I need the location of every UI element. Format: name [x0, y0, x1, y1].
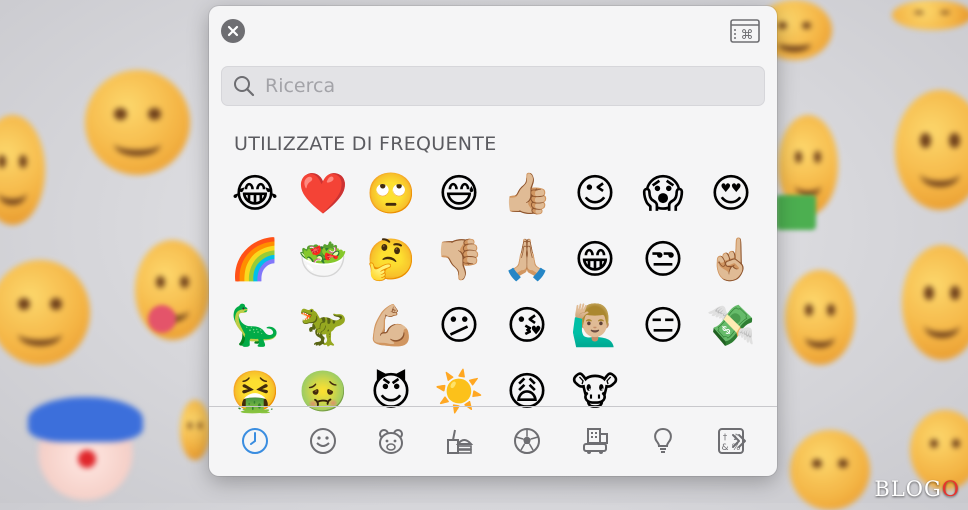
emoji-cell[interactable]: 🙋🏼‍♂️: [561, 293, 629, 359]
emoji-cell[interactable]: 😂: [221, 161, 289, 227]
category-tab-food[interactable]: [425, 416, 493, 466]
keyboard-viewer-button[interactable]: ⌘: [730, 19, 760, 43]
category-bar: † ♪ & %: [221, 416, 765, 466]
emoji-cell[interactable]: 🦖: [289, 293, 357, 359]
emoji-cell[interactable]: 😕: [425, 293, 493, 359]
emoji-cell[interactable]: 😱: [629, 161, 697, 227]
emoji-cell[interactable]: 👎🏼: [425, 227, 493, 293]
emoji-cell[interactable]: 😍: [697, 161, 765, 227]
bg-smiley-face: [85, 70, 190, 175]
emoji-cell[interactable]: 🤔: [357, 227, 425, 293]
command-keyboard-icon: ⌘: [730, 19, 760, 43]
lightbulb-icon: [654, 427, 672, 453]
category-tab-travel[interactable]: [561, 416, 629, 466]
emoji-grid: 😂 ❤️ 🙄 😅 👍🏼 😉 😱 😍 🌈 🥗 🤔 👎🏼 🙏🏼 😁 😒 ☝🏼 🦕 🦖 💪🏼 😕 😘 🙋🏼‍♂️ 😑 💸 🤮 🤢 😈 ☀️ 😩…: [221, 161, 765, 425]
buildings-car-icon: [583, 428, 608, 454]
category-tab-recent[interactable]: [221, 416, 289, 466]
emoji-cell[interactable]: ☝🏼: [697, 227, 765, 293]
more-categories-button[interactable]: [719, 426, 759, 456]
category-tab-smileys[interactable]: [289, 416, 357, 466]
bg-smiley-face: [892, 0, 968, 30]
category-tab-flags[interactable]: [221, 466, 289, 476]
emoji-cell[interactable]: 👍🏼: [493, 161, 561, 227]
emoji-cell[interactable]: 😘: [493, 293, 561, 359]
emoji-cell[interactable]: 😅: [425, 161, 493, 227]
bg-smiley-face: [785, 270, 855, 365]
close-icon: [227, 25, 239, 37]
watermark-logo: BLOGO: [874, 477, 960, 501]
bear-icon: [379, 429, 403, 454]
category-tab-activity[interactable]: [493, 416, 561, 466]
close-button[interactable]: [221, 19, 245, 43]
smiley-icon: [310, 428, 336, 454]
clock-icon: [242, 428, 268, 454]
search-input[interactable]: [263, 74, 747, 98]
category-tab-objects[interactable]: [629, 416, 697, 466]
emoji-cell[interactable]: 😁: [561, 227, 629, 293]
search-icon: [234, 76, 255, 97]
food-icon: [447, 429, 474, 454]
emoji-cell[interactable]: 😉: [561, 161, 629, 227]
soccer-ball-icon: [514, 428, 540, 454]
emoji-cell[interactable]: 😒: [629, 227, 697, 293]
emoji-cell[interactable]: 🦕: [221, 293, 289, 359]
emoji-cell[interactable]: 🙏🏼: [493, 227, 561, 293]
divider: [209, 406, 777, 407]
bg-smiley-face: [902, 245, 968, 360]
emoji-picker-panel: ⌘ UTILIZZATE DI FREQUENTE 😂❤️🙄😅👍🏼😉😱😍 🌈🥗🤔👎…: [209, 6, 777, 476]
search-field[interactable]: [221, 66, 765, 106]
category-tab-animals[interactable]: [357, 416, 425, 466]
bg-money-bill: [776, 195, 816, 230]
bg-smiley-face: [0, 115, 45, 225]
emoji-cell[interactable]: 💸: [697, 293, 765, 359]
emoji-cell[interactable]: 💪🏼: [357, 293, 425, 359]
emoji-cell[interactable]: 😑: [629, 293, 697, 359]
bg-tongue: [148, 305, 176, 333]
bg-clown-face: [28, 397, 143, 500]
bg-smiley-face: [180, 400, 210, 460]
svg-text:⌘: ⌘: [741, 28, 754, 43]
emoji-cell[interactable]: 🌈: [221, 227, 289, 293]
section-title: UTILIZZATE DI FREQUENTE: [234, 133, 497, 155]
bg-smiley-face: [790, 430, 870, 510]
more-icon: [732, 434, 746, 448]
bg-smiley-face: [0, 260, 90, 365]
emoji-cell[interactable]: ❤️: [289, 161, 357, 227]
emoji-cell[interactable]: 🥗: [289, 227, 357, 293]
bg-smiley-face: [895, 90, 968, 210]
emoji-cell[interactable]: 🙄: [357, 161, 425, 227]
